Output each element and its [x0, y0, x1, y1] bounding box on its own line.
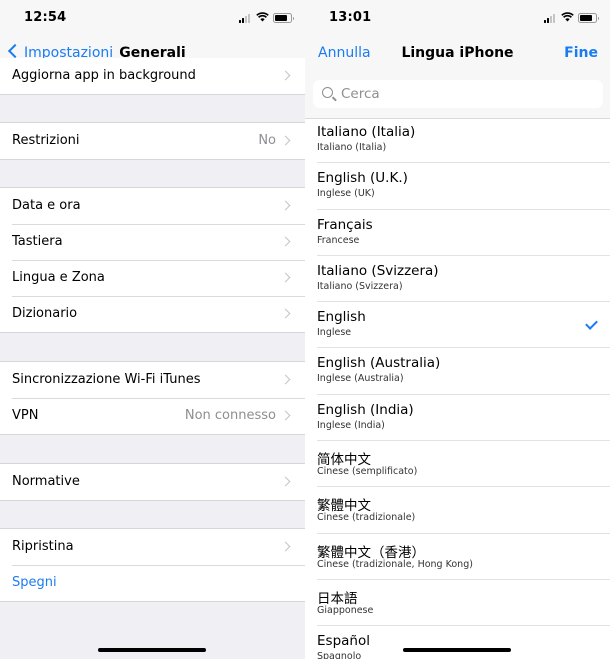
language-name: English: [317, 309, 366, 326]
chevron-right-icon: [280, 374, 291, 385]
chevron-right-icon: [280, 410, 291, 421]
chevron-right-icon: [280, 541, 291, 552]
row-label: Sincronizzazione Wi-Fi iTunes: [12, 372, 201, 387]
language-name: Italiano (Svizzera): [317, 262, 439, 279]
language-row[interactable]: English (Australia) Inglese (Australia): [305, 348, 610, 396]
row-value: Non connesso: [184, 408, 276, 423]
general-settings-screen: 12:54 Impostazioni Generali Aggiorna app…: [0, 0, 305, 659]
chevron-right-icon: [280, 272, 291, 283]
chevron-right-icon: [280, 236, 291, 247]
language-row[interactable]: 日本語 Giapponese: [305, 580, 610, 627]
language-row[interactable]: Italiano (Svizzera) Italiano (Svizzera): [305, 256, 610, 303]
language-row[interactable]: Español Spagnolo: [305, 626, 610, 659]
cellular-signal-icon: [239, 13, 251, 23]
language-row[interactable]: Italiano (Italia) Italiano (Italia): [305, 117, 610, 164]
language-localized-name: Italiano (Svizzera): [317, 280, 403, 292]
row-label: VPN: [12, 408, 39, 423]
settings-row-regulatory[interactable]: Normative: [0, 464, 305, 500]
language-row[interactable]: 简体中文 Cinese (semplificato): [305, 441, 610, 488]
language-localized-name: Cinese (semplificato): [317, 466, 418, 478]
row-label: Aggiorna app in background: [12, 68, 196, 83]
language-name: English (U.K.): [317, 170, 408, 187]
iphone-language-screen: 13:01 Annulla Lingua iPhone Fine Italian…: [305, 0, 610, 659]
shut-down-button[interactable]: Spegni: [0, 565, 305, 601]
settings-row-dictionary[interactable]: Dizionario: [0, 296, 305, 332]
settings-group: Restrizioni No: [0, 122, 305, 160]
settings-row-reset[interactable]: Ripristina: [0, 529, 305, 565]
language-localized-name: Cinese (tradizionale, Hong Kong): [317, 558, 473, 570]
row-label: Data e ora: [12, 198, 81, 213]
search-icon: [322, 87, 333, 98]
row-label: Lingua e Zona: [12, 270, 105, 285]
home-indicator[interactable]: [403, 648, 511, 652]
language-row[interactable]: English Inglese: [305, 302, 610, 349]
chevron-right-icon: [280, 476, 291, 487]
language-name: 繁體中文（香港）: [317, 544, 425, 561]
chevron-right-icon: [280, 70, 291, 81]
language-name: English (India): [317, 401, 414, 418]
settings-group: Ripristina Spegni: [0, 528, 305, 602]
language-localized-name: Spagnolo: [317, 651, 362, 659]
status-bar: 13:01: [305, 0, 610, 36]
settings-row-date-time[interactable]: Data e ora: [0, 188, 305, 224]
settings-row-itunes-wifi-sync[interactable]: Sincronizzazione Wi-Fi iTunes: [0, 362, 305, 398]
row-label: Tastiera: [12, 234, 63, 249]
search-field[interactable]: [313, 80, 603, 108]
chevron-right-icon: [280, 135, 291, 146]
row-label: Spegni: [12, 575, 57, 590]
language-localized-name: Inglese (India): [317, 419, 385, 431]
row-label: Normative: [12, 474, 80, 489]
settings-group: Aggiorna app in background: [0, 58, 305, 95]
language-name: 简体中文: [317, 452, 371, 469]
search-input[interactable]: [341, 84, 591, 104]
row-label: Dizionario: [12, 306, 78, 321]
settings-group: Data e ora Tastiera Lingua e Zona Dizion…: [0, 187, 305, 333]
language-localized-name: Inglese (Australia): [317, 373, 404, 385]
search-bar: [305, 72, 610, 119]
settings-row-language-region[interactable]: Lingua e Zona: [0, 260, 305, 296]
status-bar: 12:54: [0, 0, 305, 36]
language-localized-name: Francese: [317, 234, 360, 246]
language-list: Italiano (Italia) Italiano (Italia) Englis…: [305, 117, 610, 659]
language-name: Italiano (Italia): [317, 124, 416, 140]
done-button[interactable]: Fine: [564, 45, 598, 61]
settings-row-restrictions[interactable]: Restrizioni No: [0, 123, 305, 159]
language-name: Español: [317, 633, 370, 650]
wifi-icon: [561, 12, 574, 22]
language-localized-name: Italiano (Italia): [317, 142, 387, 153]
settings-row-vpn[interactable]: VPN Non connesso: [0, 398, 305, 434]
row-label: Restrizioni: [12, 133, 80, 148]
settings-row-background-refresh[interactable]: Aggiorna app in background: [0, 58, 305, 94]
language-row[interactable]: English (India) Inglese (India): [305, 395, 610, 442]
language-name: 繁體中文: [317, 498, 371, 515]
language-row[interactable]: Français Francese: [305, 210, 610, 257]
status-time: 12:54: [24, 10, 67, 25]
row-value: No: [258, 133, 276, 148]
home-indicator[interactable]: [98, 648, 206, 652]
chevron-right-icon: [280, 308, 291, 319]
language-row[interactable]: 繁體中文（香港） Cinese (tradizionale, Hong Kong): [305, 534, 610, 581]
wifi-icon: [256, 12, 269, 22]
navigation-bar: Annulla Lingua iPhone Fine: [305, 36, 610, 72]
battery-icon: [578, 13, 599, 23]
settings-row-keyboard[interactable]: Tastiera: [0, 224, 305, 260]
battery-icon: [273, 13, 294, 23]
language-localized-name: Cinese (tradizionale): [317, 512, 416, 524]
language-localized-name: Giapponese: [317, 604, 374, 616]
language-row[interactable]: English (U.K.) Inglese (UK): [305, 163, 610, 210]
language-localized-name: Inglese: [317, 327, 352, 339]
checkmark-icon: [585, 317, 598, 331]
language-name: 日本語: [317, 590, 358, 607]
status-time: 13:01: [329, 10, 372, 25]
language-localized-name: Inglese (UK): [317, 188, 375, 200]
row-label: Ripristina: [12, 539, 74, 554]
language-name: Français: [317, 216, 373, 233]
language-row[interactable]: 繁體中文 Cinese (tradizionale): [305, 487, 610, 534]
cellular-signal-icon: [544, 13, 556, 23]
chevron-right-icon: [280, 200, 291, 211]
language-name: English (Australia): [317, 355, 441, 372]
settings-group: Normative: [0, 463, 305, 501]
settings-group: Sincronizzazione Wi-Fi iTunes VPN Non co…: [0, 361, 305, 435]
